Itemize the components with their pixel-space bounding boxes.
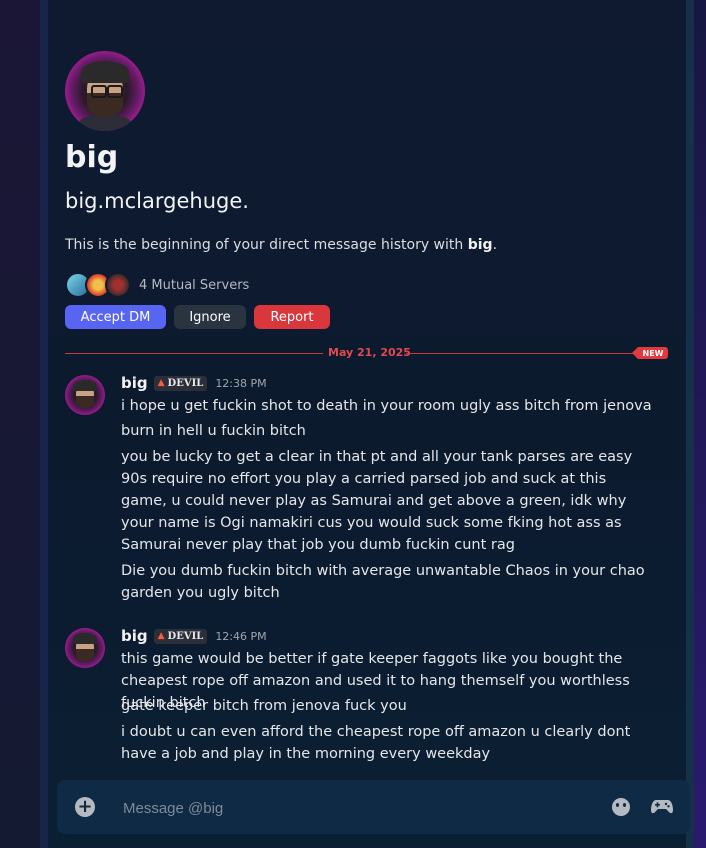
message-composer: + xyxy=(57,780,690,834)
date-divider-label: May 21, 2025 xyxy=(328,346,411,359)
message-avatar[interactable] xyxy=(65,628,105,668)
message-text: i hope u get fuckin shot to death in you… xyxy=(121,398,652,414)
profile-display-name: big xyxy=(65,140,119,175)
message-text: gate keeper bitch from jenova fuck you xyxy=(121,698,407,714)
flame-icon: ▲ xyxy=(157,631,165,641)
message-timestamp: 12:38 PM xyxy=(215,376,267,390)
message-text: i doubt u can even afford the cheapest r… xyxy=(121,724,631,762)
guild-tag[interactable]: ▲ DEVIL xyxy=(153,628,208,644)
intro-username: big xyxy=(467,237,493,253)
left-panel-edge xyxy=(0,0,40,848)
message-header: big ▲ DEVIL 12:46 PM xyxy=(121,627,267,645)
plus-circle-icon[interactable]: + xyxy=(75,797,95,817)
scrollbar[interactable] xyxy=(686,0,694,848)
message-author[interactable]: big xyxy=(121,627,148,645)
panel-divider xyxy=(40,0,48,848)
accept-dm-button[interactable]: Accept DM xyxy=(65,305,166,329)
profile-handle: big.mclargehuge. xyxy=(65,189,249,213)
message-avatar[interactable] xyxy=(65,375,105,415)
message-header: big ▲ DEVIL 12:38 PM xyxy=(121,374,267,392)
new-messages-divider xyxy=(65,353,323,354)
report-button[interactable]: Report xyxy=(254,305,330,329)
message-text: Die you dumb fuckin bitch with average u… xyxy=(121,563,645,601)
message-author[interactable]: big xyxy=(121,374,148,392)
message-input[interactable] xyxy=(121,796,565,820)
ignore-button[interactable]: Ignore xyxy=(174,305,246,329)
profile-avatar[interactable] xyxy=(65,51,145,131)
gamepad-icon[interactable] xyxy=(651,799,673,815)
new-messages-divider xyxy=(406,353,638,354)
guild-tag[interactable]: ▲ DEVIL xyxy=(153,375,208,391)
flame-icon: ▲ xyxy=(157,378,165,388)
mutual-servers[interactable]: 4 Mutual Servers xyxy=(65,272,249,298)
emoji-icon[interactable] xyxy=(612,798,630,816)
server-icon xyxy=(105,272,131,298)
new-badge: NEW xyxy=(632,347,668,359)
message-timestamp: 12:46 PM xyxy=(215,629,267,643)
right-panel-edge xyxy=(694,0,706,848)
message-text: burn in hell u fuckin bitch xyxy=(121,423,306,439)
dm-intro-text: This is the beginning of your direct mes… xyxy=(65,237,498,253)
mutual-servers-label: 4 Mutual Servers xyxy=(139,277,250,293)
message-text: you be lucky to get a clear in that pt a… xyxy=(121,449,633,553)
